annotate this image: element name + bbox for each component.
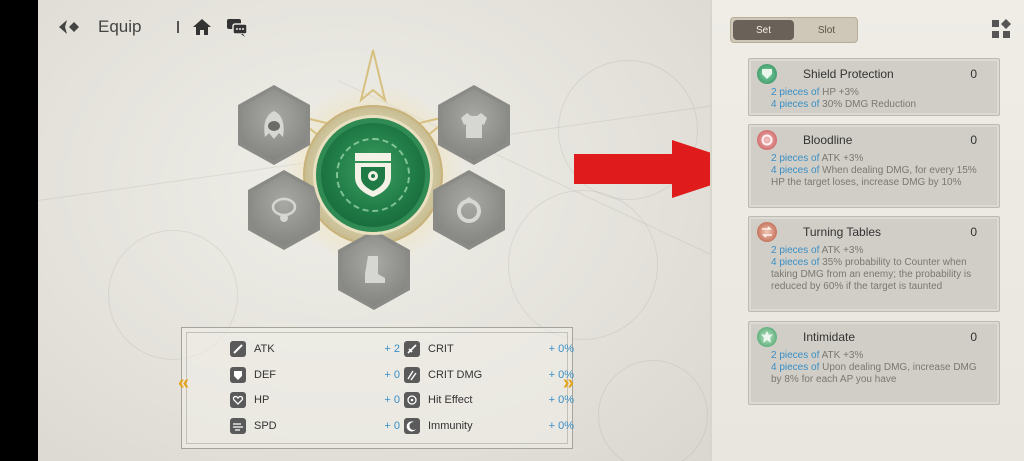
piece-requirement: 4 pieces of <box>771 257 820 268</box>
stat-value: + 0 <box>384 394 400 406</box>
set-card-bloodline[interactable]: Bloodline 0 2 pieces of ATK +3% 4 pieces… <box>748 124 1000 208</box>
set-name: Turning Tables <box>803 225 882 239</box>
stat-row-immunity: Immunity <box>404 416 473 436</box>
piece-requirement: 2 pieces of <box>771 153 820 164</box>
background-rune-circle <box>598 360 708 461</box>
claw-icon <box>404 367 420 383</box>
set-count: 0 <box>970 225 977 239</box>
hood-icon <box>264 111 284 139</box>
background-rune-circle <box>508 190 658 340</box>
piece-requirement: 2 pieces of <box>771 245 820 256</box>
stat-row-spd: SPD <box>230 416 277 436</box>
intimidate-set-icon <box>757 327 777 347</box>
shield-emblem-icon <box>355 153 391 197</box>
piece-requirement: 4 pieces of <box>771 362 820 373</box>
back-button[interactable] <box>56 15 82 39</box>
header-divider <box>177 21 180 33</box>
stat-row-hp: HP <box>230 390 269 410</box>
set-count: 0 <box>970 330 977 344</box>
home-icon <box>193 19 212 35</box>
stat-value: + 0% <box>548 369 574 381</box>
tab-set[interactable]: Set <box>733 20 794 40</box>
stat-label: CRIT <box>428 343 454 355</box>
stat-row-hit-effect: Hit Effect <box>404 390 472 410</box>
set-count: 0 <box>970 67 977 81</box>
set-name: Intimidate <box>803 330 856 344</box>
stats-panel: « » ATK + 2 DEF + 0 HP + 0 SPD + 0 CRIT … <box>178 327 574 449</box>
stat-value: + 0% <box>548 420 574 432</box>
shield-set-icon <box>757 64 777 84</box>
set-name: Bloodline <box>803 133 853 147</box>
stat-label: CRIT DMG <box>428 369 483 381</box>
set-card-shield-protection[interactable]: Shield Protection 0 2 pieces of HP +3% 4… <box>748 58 1000 116</box>
bonus-text: 30% DMG Reduction <box>819 99 917 110</box>
moon-icon <box>404 418 420 434</box>
stat-value: + 0 <box>384 420 400 432</box>
set-emblem-button[interactable] <box>316 118 430 232</box>
armor-icon <box>461 113 487 138</box>
blade-icon <box>404 341 420 357</box>
red-arrow-annotation <box>574 140 710 198</box>
target-icon <box>404 392 420 408</box>
set-slot-tabs: Set Slot <box>730 17 858 43</box>
stat-row-crit-dmg: CRIT DMG <box>404 365 482 385</box>
stat-row-crit: CRIT <box>404 339 454 359</box>
stat-value: + 0 <box>384 369 400 381</box>
home-button[interactable] <box>191 16 213 38</box>
set-description: 2 pieces of HP +3% 4 pieces of 30% DMG R… <box>771 87 987 111</box>
set-description: 2 pieces of ATK +3% 4 pieces of Upon dea… <box>771 350 987 386</box>
shield-icon <box>230 367 246 383</box>
stat-row-def: DEF <box>230 365 276 385</box>
set-description: 2 pieces of ATK +3% 4 pieces of When dea… <box>771 153 987 189</box>
piece-requirement: 2 pieces of <box>771 350 820 361</box>
sword-icon <box>230 341 246 357</box>
back-sparkle-icon <box>59 20 79 34</box>
set-count: 0 <box>970 133 977 147</box>
stat-row-atk: ATK <box>230 339 275 359</box>
piece-requirement: 2 pieces of <box>771 87 820 98</box>
stat-label: ATK <box>254 343 275 355</box>
stat-value: + 0% <box>548 394 574 406</box>
equipment-wheel <box>228 30 518 320</box>
page-title: Equip <box>98 17 142 36</box>
bonus-text: HP +3% <box>819 87 859 98</box>
equip-screen: Equip « » ATK + 2 DEF + 0 HP + 0 SPD + 0… <box>38 0 710 461</box>
stat-value: + 2 <box>384 343 400 355</box>
grid-view-button[interactable] <box>990 18 1012 40</box>
tab-slot[interactable]: Slot <box>796 18 857 42</box>
set-name: Shield Protection <box>803 67 894 81</box>
turning-tables-set-icon <box>757 222 777 242</box>
bloodline-set-icon <box>757 130 777 150</box>
heart-icon <box>230 392 246 408</box>
set-card-turning-tables[interactable]: Turning Tables 0 2 pieces of ATK +3% 4 p… <box>748 216 1000 312</box>
piece-requirement: 4 pieces of <box>771 99 820 110</box>
piece-requirement: 4 pieces of <box>771 165 820 176</box>
bonus-text: ATK +3% <box>819 350 864 361</box>
necklace-icon <box>271 197 297 222</box>
boot-icon <box>365 256 385 283</box>
set-card-intimidate[interactable]: Intimidate 0 2 pieces of ATK +3% 4 piece… <box>748 321 1000 405</box>
wind-icon <box>230 418 246 434</box>
stat-label: SPD <box>254 420 277 432</box>
stat-label: HP <box>254 394 270 406</box>
stat-value: + 0% <box>548 343 574 355</box>
ring-icon <box>457 197 481 223</box>
stat-label: Hit Effect <box>428 394 473 406</box>
stat-label: DEF <box>254 369 276 381</box>
bonus-text: ATK +3% <box>819 153 864 164</box>
bonus-text: ATK +3% <box>819 245 864 256</box>
grid-icon <box>992 19 1011 38</box>
header: Equip <box>56 14 249 40</box>
set-panel: Set Slot Shield Protection 0 2 pieces of… <box>710 0 1024 461</box>
stat-label: Immunity <box>428 420 473 432</box>
prev-arrow-button[interactable]: « <box>178 372 189 395</box>
set-description: 2 pieces of ATK +3% 4 pieces of 35% prob… <box>771 245 987 293</box>
